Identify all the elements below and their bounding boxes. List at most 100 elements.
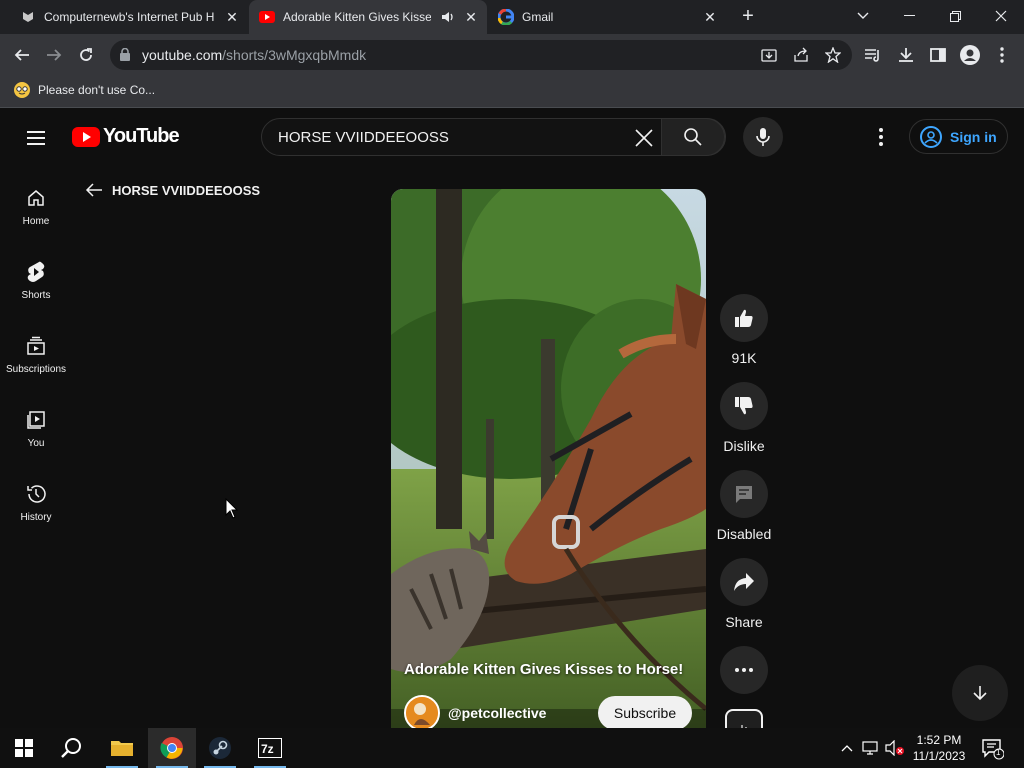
thumbs-up-icon [735,309,753,327]
search-box[interactable]: HORSE VVIIDDEEOOSS [261,118,726,156]
notification-count: 1 [996,748,1001,757]
tab-youtube-short[interactable]: Adorable Kitten Gives Kisses ✕ [249,0,487,34]
clock-date: 11/1/2023 [912,749,966,763]
back-arrow-icon[interactable] [84,180,104,200]
close-tab-icon[interactable]: ✕ [702,9,718,25]
volume-muted-icon[interactable] [885,738,905,758]
share-button[interactable] [720,558,768,606]
account-circle-icon [920,125,942,148]
tab-search-chevron-icon[interactable] [840,0,886,32]
close-tab-icon[interactable]: ✕ [224,9,240,25]
guide-label: Shorts [21,290,51,301]
shorts-icon [24,260,48,284]
downloads-icon[interactable] [896,45,916,65]
guide-label: History [20,512,52,523]
settings-more-icon[interactable] [870,126,892,148]
search-button[interactable] [661,118,725,156]
bookmarks-bar: Please don't use Co... [0,76,1024,108]
next-short-button[interactable] [952,665,1008,721]
forward-arrow-icon[interactable] [40,41,68,69]
media-controls-icon[interactable] [863,45,883,65]
thumbs-down-icon [735,397,753,415]
taskbar-clock[interactable]: 1:52 PM 11/1/2023 [905,732,973,764]
install-app-icon[interactable] [760,46,778,64]
like-action[interactable]: 91K [720,294,768,366]
url-host: youtube.com [142,47,223,63]
steam-icon[interactable] [196,728,244,768]
voice-search-button[interactable] [743,117,783,157]
history-icon [24,482,48,506]
channel-name[interactable]: @petcollective [448,705,546,721]
share-action[interactable]: Share [720,558,768,630]
clear-search-icon[interactable] [634,128,654,148]
tab-title: Computernewb's Internet Pub H [44,10,214,24]
comments-disabled-label: Disabled [716,526,772,542]
search-input[interactable]: HORSE VVIIDDEEOOSS [278,129,449,146]
reload-icon[interactable] [72,41,100,69]
youtube-logo[interactable]: YouTube [72,125,180,148]
microphone-icon [756,128,770,146]
sign-in-button[interactable]: Sign in [909,119,1008,154]
new-tab-button[interactable]: + [736,6,760,28]
youtube-play-logo-icon [72,126,100,147]
bookmark-star-icon[interactable] [824,46,842,64]
show-hidden-icons-chevron-icon[interactable] [837,738,857,758]
side-panel-icon[interactable] [928,45,948,65]
like-button[interactable] [720,294,768,342]
more-actions[interactable] [720,646,768,694]
address-bar[interactable]: youtube.com/shorts/3wMgxqbMmdk [110,40,852,70]
tab-gmail[interactable]: Gmail ✕ [488,0,726,34]
file-explorer-icon[interactable] [98,728,146,768]
audio-track-icon[interactable] [725,709,763,728]
profile-avatar-icon[interactable] [960,45,980,65]
svg-text:7z: 7z [261,742,274,756]
clock-time: 1:52 PM [916,733,962,747]
channel-avatar[interactable] [404,695,440,728]
url-path: /shorts/3wMgxqbMmdk [222,47,367,63]
back-to-results[interactable]: HORSE VVIIDDEEOOSS [84,180,260,200]
windows-start-icon[interactable] [0,728,48,768]
lock-icon[interactable] [120,47,130,66]
mouse-cursor-icon [225,498,239,519]
guide-item-home[interactable]: Home [0,176,72,250]
tab-computernewb[interactable]: Computernewb's Internet Pub H ✕ [10,0,248,34]
dislike-action[interactable]: Dislike [720,382,768,454]
dislike-button[interactable] [720,382,768,430]
guide-item-you[interactable]: You [0,398,72,472]
channel-row[interactable]: @petcollective [404,695,546,728]
restore-window-icon[interactable] [932,0,978,32]
search-icon[interactable] [48,728,96,768]
audio-playing-icon[interactable] [441,10,455,27]
close-window-icon[interactable] [978,0,1024,32]
comments-action[interactable]: Disabled [716,470,772,542]
chrome-menu-icon[interactable] [992,45,1012,65]
bookmark-item[interactable]: Please don't use Co... [14,82,155,98]
youtube-page: YouTube HORSE VVIIDDEEOOSS Sign in Home [0,108,1024,728]
more-actions-button[interactable] [720,646,768,694]
subscribe-button[interactable]: Subscribe [598,696,692,728]
sign-in-label: Sign in [950,128,997,145]
like-count: 91K [731,350,757,366]
browser-toolbar: youtube.com/shorts/3wMgxqbMmdk [0,34,1024,76]
windows-taskbar: 7z 1:52 PM 11/1/2023 1 [0,728,1024,768]
back-arrow-icon[interactable] [8,41,36,69]
shorts-player[interactable]: Adorable Kitten Gives Kisses to Horse! @… [391,189,706,728]
sound-thumbnail[interactable] [720,709,768,728]
comments-button[interactable] [720,470,768,518]
bookmark-label: Please don't use Co... [38,83,156,97]
network-icon[interactable] [861,738,881,758]
chrome-taskbar-icon[interactable] [148,728,196,768]
guide-item-subscriptions[interactable]: Subscriptions [0,324,72,398]
guide-menu-button[interactable] [24,126,48,150]
guide-item-shorts[interactable]: Shorts [0,250,72,324]
guide-item-history[interactable]: History [0,472,72,546]
share-page-icon[interactable] [792,46,810,64]
short-title: Adorable Kitten Gives Kisses to Horse! [404,661,684,678]
guide-label: Home [22,216,50,227]
seven-zip-icon[interactable]: 7z [246,728,294,768]
video-frame [391,189,706,728]
minimize-window-icon[interactable] [886,0,932,32]
notification-center-icon[interactable]: 1 [980,736,1005,760]
close-tab-icon[interactable]: ✕ [463,9,479,25]
share-arrow-icon [734,573,754,591]
